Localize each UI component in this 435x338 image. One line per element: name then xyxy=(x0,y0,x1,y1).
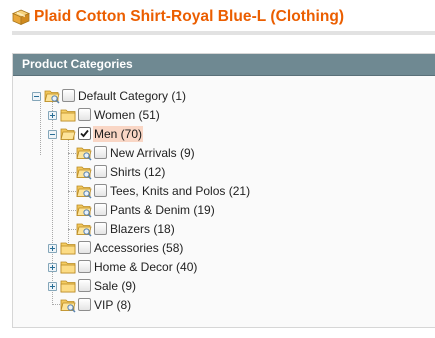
expand-icon[interactable] xyxy=(48,282,57,291)
tree-node-blazers[interactable]: Blazers (18) xyxy=(13,220,435,239)
category-checkbox[interactable] xyxy=(78,298,91,311)
tree-node-men[interactable]: Men (70) xyxy=(13,125,435,144)
product-categories-panel: Product Categories Default Category (1) xyxy=(12,53,435,328)
collapse-icon[interactable] xyxy=(48,130,57,139)
folder-search-icon xyxy=(76,204,92,218)
category-label[interactable]: New Arrivals (9) xyxy=(109,145,196,161)
tree-node-default-category[interactable]: Default Category (1) xyxy=(13,87,435,106)
folder-search-icon xyxy=(76,223,92,237)
tree-node-shirts[interactable]: Shirts (12) xyxy=(13,163,435,182)
tree-node-tees-knits-polos[interactable]: Tees, Knits and Polos (21) xyxy=(13,182,435,201)
page-header: Plaid Cotton Shirt-Royal Blue-L (Clothin… xyxy=(0,0,435,38)
category-checkbox[interactable] xyxy=(78,260,91,273)
folder-open-icon xyxy=(60,128,76,140)
folder-icon xyxy=(60,109,76,122)
category-label[interactable]: Accessories (58) xyxy=(93,240,184,256)
category-checkbox[interactable] xyxy=(94,184,107,197)
tree-node-home-decor[interactable]: Home & Decor (40) xyxy=(13,258,435,277)
category-label[interactable]: Women (51) xyxy=(93,107,161,123)
category-checkbox-checked[interactable] xyxy=(78,127,91,140)
category-checkbox[interactable] xyxy=(94,203,107,216)
category-checkbox[interactable] xyxy=(78,279,91,292)
page-title: Plaid Cotton Shirt-Royal Blue-L (Clothin… xyxy=(34,8,345,25)
category-tree: Default Category (1) Women (51) Men (70)… xyxy=(13,54,435,329)
tree-node-sale[interactable]: Sale (9) xyxy=(13,277,435,296)
category-label[interactable]: Tees, Knits and Polos (21) xyxy=(109,183,251,199)
category-checkbox[interactable] xyxy=(78,108,91,121)
tree-node-accessories[interactable]: Accessories (58) xyxy=(13,239,435,258)
category-label[interactable]: Pants & Denim (19) xyxy=(109,202,216,218)
folder-search-icon xyxy=(76,185,92,199)
folder-open-icon xyxy=(44,90,60,104)
category-label-selected[interactable]: Men (70) xyxy=(93,126,144,142)
category-checkbox[interactable] xyxy=(94,165,107,178)
folder-icon xyxy=(60,280,76,293)
folder-icon xyxy=(60,261,76,274)
folder-icon xyxy=(60,242,76,255)
folder-search-icon xyxy=(76,166,92,180)
category-checkbox[interactable] xyxy=(78,241,91,254)
folder-search-icon xyxy=(60,299,76,313)
category-label[interactable]: Blazers (18) xyxy=(109,221,176,237)
expand-icon[interactable] xyxy=(48,244,57,253)
category-label[interactable]: Default Category (1) xyxy=(77,88,187,104)
product-box-icon xyxy=(12,9,30,25)
category-label[interactable]: VIP (8) xyxy=(93,297,132,313)
category-label[interactable]: Home & Decor (40) xyxy=(93,259,198,275)
tree-node-new-arrivals[interactable]: New Arrivals (9) xyxy=(13,144,435,163)
category-label[interactable]: Sale (9) xyxy=(93,278,137,294)
category-checkbox[interactable] xyxy=(62,89,75,102)
tree-node-pants-denim[interactable]: Pants & Denim (19) xyxy=(13,201,435,220)
tree-node-women[interactable]: Women (51) xyxy=(13,106,435,125)
header-divider xyxy=(12,31,435,35)
tree-node-vip[interactable]: VIP (8) xyxy=(13,296,435,315)
expand-icon[interactable] xyxy=(48,263,57,272)
folder-search-icon xyxy=(76,147,92,161)
category-checkbox[interactable] xyxy=(94,146,107,159)
collapse-icon[interactable] xyxy=(32,92,41,101)
expand-icon[interactable] xyxy=(48,111,57,120)
category-label[interactable]: Shirts (12) xyxy=(109,164,166,180)
checkmark-icon xyxy=(80,129,89,138)
category-checkbox[interactable] xyxy=(94,222,107,235)
